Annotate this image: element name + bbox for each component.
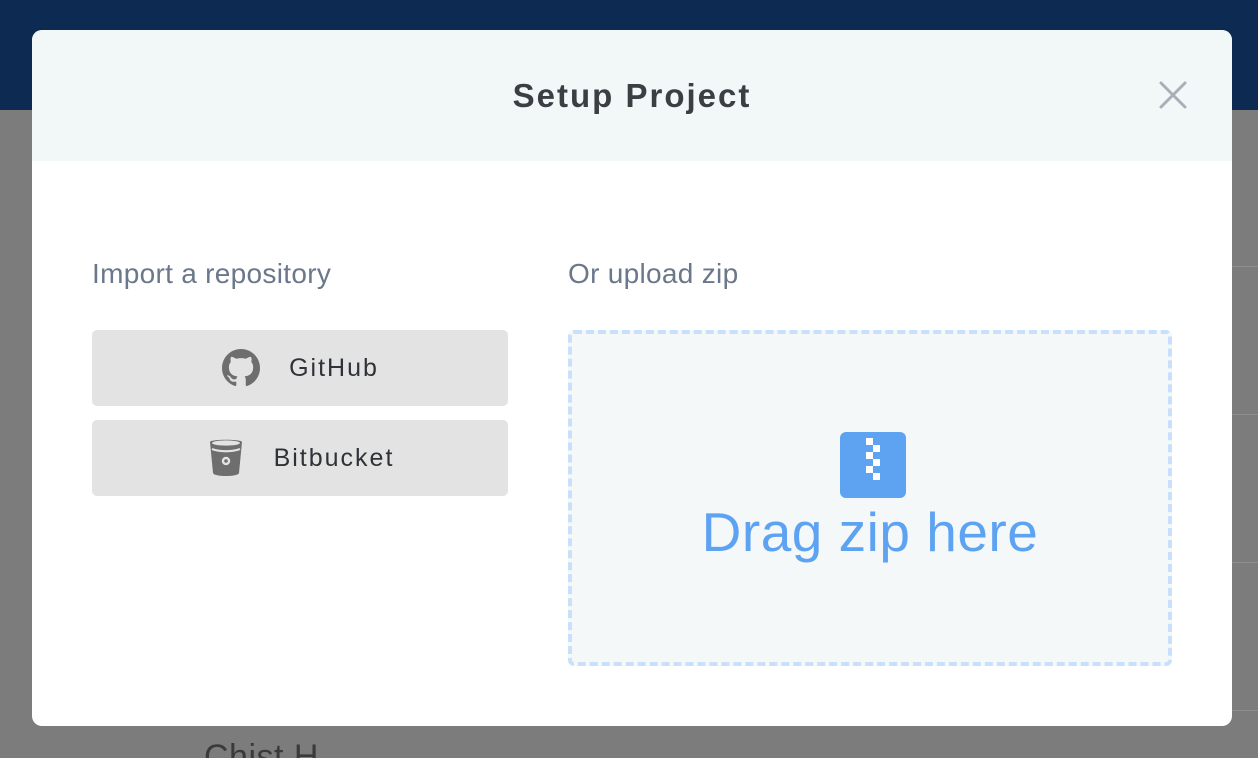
upload-zip-label: Or upload zip xyxy=(568,258,739,289)
modal-header: Setup Project xyxy=(32,30,1232,161)
github-button[interactable]: GitHub xyxy=(92,330,508,406)
import-repository-label: Import a repository xyxy=(92,258,332,289)
background-heading: Chist H xyxy=(204,738,319,758)
bitbucket-button-label: Bitbucket xyxy=(273,443,395,472)
setup-project-modal: Setup Project Import a repository Or upl… xyxy=(32,30,1232,726)
bitbucket-icon xyxy=(206,438,246,478)
zip-file-icon xyxy=(840,432,906,498)
dropzone-text: Drag zip here xyxy=(701,501,1039,563)
bitbucket-button[interactable]: Bitbucket xyxy=(92,420,508,496)
github-icon xyxy=(221,348,261,388)
modal-title: Setup Project xyxy=(512,76,752,114)
github-button-label: GitHub xyxy=(289,353,379,382)
zip-dropzone[interactable]: Drag zip here xyxy=(568,330,1172,666)
close-icon[interactable] xyxy=(1156,78,1190,112)
